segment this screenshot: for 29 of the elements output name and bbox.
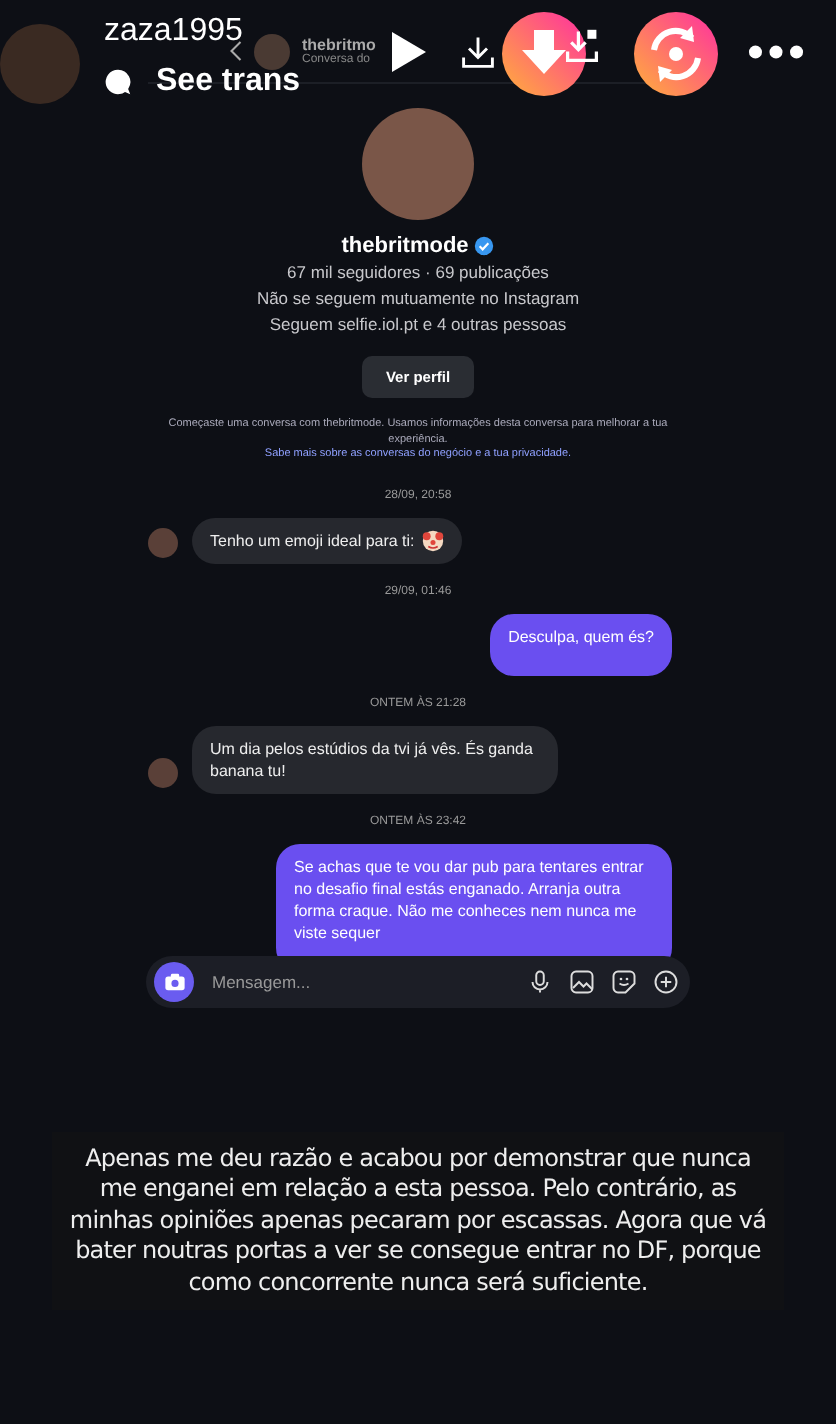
profile-info: Seguem selfie.iol.pt e 4 outras pessoas [269, 312, 567, 338]
microphone-icon[interactable] [528, 969, 552, 993]
story-username[interactable]: zaza1995 [104, 12, 301, 52]
back-icon[interactable] [230, 40, 242, 62]
avatar-photo-placeholder [148, 757, 178, 787]
add-icon[interactable] [654, 969, 678, 993]
message-placeholder: Mensagem... [212, 971, 313, 991]
profile-info: Não se seguem mutuamente no Instagram [256, 286, 580, 312]
download-icon[interactable] [564, 28, 601, 64]
profile-stats: 67 mil seguidores · 69 publicações [287, 260, 549, 286]
image-icon[interactable] [570, 969, 594, 993]
message-input-field[interactable]: Mensagem... [146, 955, 690, 1007]
more-options-icon[interactable] [748, 44, 805, 60]
avatar-photo-placeholder [254, 33, 290, 69]
download-icon[interactable] [500, 10, 589, 98]
speech-bubble-icon [104, 68, 132, 96]
download-icon[interactable] [460, 34, 497, 70]
received-message: Tenho um emoji ideal para ti: [192, 517, 463, 563]
received-message: Um dia pelos estúdios da tvi já vês. És ganda banana tu! [192, 725, 558, 793]
profile-name: thebritmode [341, 232, 469, 260]
sent-message: Desculpa, quem és? [490, 613, 672, 675]
sticker-icon[interactable] [612, 969, 636, 993]
contact-name: thebritmo [302, 36, 376, 54]
play-icon[interactable] [388, 28, 429, 76]
refresh-icon[interactable] [632, 10, 721, 98]
camera-icon [163, 971, 185, 991]
see-translation-link[interactable]: See trans [156, 64, 301, 100]
camera-button[interactable] [154, 961, 194, 1001]
avatar-photo-placeholder [148, 527, 178, 557]
